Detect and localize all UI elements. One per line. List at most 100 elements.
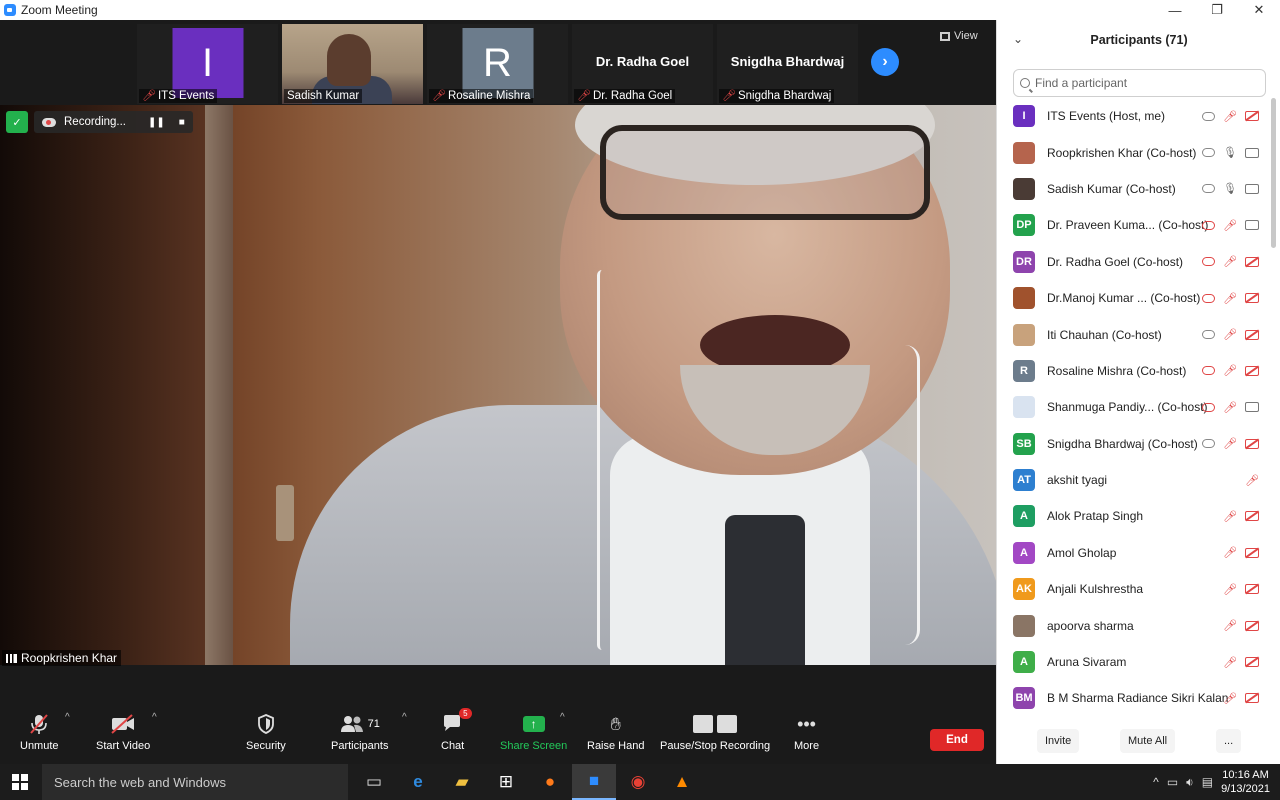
security-button[interactable]: Security [246,712,286,752]
video-off-icon[interactable] [1245,111,1259,122]
panel-more-button[interactable]: ... [1216,729,1242,753]
taskbar-search-box[interactable]: Search the web and Windows [42,764,348,800]
participant-row[interactable]: R Rosaline Mishra (Co-host) 🎤︎ [997,353,1280,389]
mic-on-icon[interactable]: 🎙︎ [1223,182,1237,195]
network-icon[interactable]: ▭ [1167,775,1178,789]
participant-row[interactable]: A Aruna Sivaram 🎤︎ [997,644,1280,680]
mic-muted-icon[interactable]: 🎤︎ [1223,328,1237,341]
thumbnail-radha-goel[interactable]: Dr. Radha Goel 🎤︎ Dr. Radha Goel [572,24,713,104]
participant-row[interactable]: apoorva sharma 🎤︎ [997,607,1280,643]
zoom-taskbar-icon[interactable]: ■ [572,764,616,800]
start-video-button[interactable]: Start Video [96,712,150,752]
mic-muted-icon[interactable]: 🎤︎ [1223,110,1237,123]
participant-row[interactable]: Iti Chauhan (Co-host) 🎤︎ [997,316,1280,352]
invite-button[interactable]: Invite [1037,729,1080,753]
participant-row[interactable]: AT akshit tyagi 🎤︎ [997,462,1280,498]
video-off-icon[interactable] [1245,511,1259,522]
pause-stop-recording-button[interactable]: Pause/Stop Recording [660,712,770,752]
video-on-icon[interactable] [1245,183,1259,194]
more-button[interactable]: ••• More [794,712,819,753]
raise-hand-button[interactable]: ✋︎ Raise Hand [587,712,644,753]
next-page-chevron-icon[interactable]: › [871,48,899,76]
unmute-button[interactable]: Unmute [20,712,59,752]
close-button[interactable]: ✕ [1238,0,1280,20]
share-screen-button[interactable]: ↑ Share Screen [500,712,567,752]
mic-muted-icon[interactable]: 🎤︎ [1223,255,1237,268]
thumbnail-snigdha-bhardwaj[interactable]: Snigdha Bhardwaj 🎤︎ Snigdha Bhardwaj [717,24,858,104]
speaker-name: Roopkrishen Khar [21,651,118,665]
mic-muted-icon[interactable]: 🎤︎ [1223,219,1237,232]
mic-muted-icon[interactable]: 🎤︎ [1223,437,1237,450]
mic-muted-icon[interactable]: 🎤︎ [1223,656,1237,669]
chat-button[interactable]: 5 Chat [441,708,472,752]
video-off-icon[interactable] [1245,693,1259,704]
pause-recording-icon[interactable]: ❚❚ [148,117,165,128]
store-icon[interactable]: ⊞ [484,764,528,800]
minimize-button[interactable]: — [1154,0,1196,20]
thumbnail-its-events[interactable]: I 🎤︎ ITS Events [137,24,278,104]
participant-list-scrollbar[interactable] [1271,98,1276,248]
system-clock[interactable]: 10:16 AM 9/13/2021 [1221,768,1270,796]
video-off-icon[interactable] [1245,620,1259,631]
file-explorer-icon[interactable]: ▰ [440,764,484,800]
participant-row[interactable]: SB Snigdha Bhardwaj (Co-host) 🎤︎ [997,426,1280,462]
video-off-icon[interactable] [1245,584,1259,595]
mic-muted-icon[interactable]: 🎤︎ [1223,546,1237,559]
video-on-icon[interactable] [1245,220,1259,231]
video-on-icon[interactable] [1245,147,1259,158]
participant-row[interactable]: Dr.Manoj Kumar ... (Co-host) 🎤︎ [997,280,1280,316]
mic-muted-icon[interactable]: 🎤︎ [1223,692,1237,705]
participant-row[interactable]: Shanmuga Pandiy... (Co-host) 🎤︎ [997,389,1280,425]
encryption-shield-icon[interactable]: ✓ [6,111,28,133]
video-off-icon[interactable] [1245,365,1259,376]
chrome-icon[interactable]: ◉ [616,764,660,800]
stop-recording-icon[interactable]: ■ [179,117,185,128]
view-button[interactable]: View [940,30,978,42]
volume-icon[interactable]: 🔉︎ [1186,775,1194,790]
firefox-icon[interactable]: ● [528,764,572,800]
vlc-icon[interactable]: ▲ [660,764,704,800]
video-off-icon[interactable] [1245,657,1259,668]
edge-browser-icon[interactable]: e [396,764,440,800]
mic-muted-icon[interactable]: 🎤︎ [1223,292,1237,305]
windows-start-icon[interactable] [12,774,28,790]
mic-muted-icon[interactable]: 🎤︎ [1223,510,1237,523]
video-options-caret-icon[interactable]: ^ [152,712,157,723]
participant-row[interactable]: I ITS Events (Host, me) 🎤︎ [997,98,1280,134]
recording-indicator: ✓ Recording... ❚❚ ■ [6,111,193,133]
participant-row[interactable]: A Amol Gholap 🎤︎ [997,535,1280,571]
mic-muted-icon[interactable]: 🎤︎ [1223,401,1237,414]
audio-options-caret-icon[interactable]: ^ [65,712,70,723]
participants-options-caret-icon[interactable]: ^ [402,712,407,723]
end-meeting-button[interactable]: End [930,729,984,751]
mic-muted-icon[interactable]: 🎤︎ [1223,619,1237,632]
participant-row[interactable]: DR Dr. Radha Goel (Co-host) 🎤︎ [997,244,1280,280]
participant-row[interactable]: AK Anjali Kulshrestha 🎤︎ [997,571,1280,607]
mic-muted-icon[interactable]: 🎤︎ [1223,583,1237,596]
participants-button[interactable]: 71 Participants [331,712,388,752]
maximize-button[interactable]: ❐ [1196,0,1238,20]
mic-on-icon[interactable]: 🎙︎ [1223,146,1237,159]
thumbnail-rosaline-mishra[interactable]: R 🎤︎ Rosaline Mishra [427,24,568,104]
share-options-caret-icon[interactable]: ^ [560,712,565,723]
collapse-chevron-icon[interactable]: ⌄ [1013,32,1023,46]
language-icon[interactable]: ▤ [1202,775,1213,789]
video-off-icon[interactable] [1245,547,1259,558]
participant-row[interactable]: Roopkrishen Khar (Co-host) 🎙︎ [997,134,1280,170]
participant-row[interactable]: DP Dr. Praveen Kuma... (Co-host) 🎤︎ [997,207,1280,243]
participant-row[interactable]: Sadish Kumar (Co-host) 🎙︎ [997,171,1280,207]
participant-row[interactable]: A Alok Pratap Singh 🎤︎ [997,498,1280,534]
participant-search-input[interactable]: Find a participant [1013,69,1266,97]
thumbnail-sadish-kumar[interactable]: Sadish Kumar [282,24,423,104]
video-off-icon[interactable] [1245,293,1259,304]
task-view-icon[interactable]: ▭ [352,764,396,800]
mic-muted-icon[interactable]: 🎤︎ [1223,364,1237,377]
mute-all-button[interactable]: Mute All [1120,729,1176,753]
tray-overflow-chevron-icon[interactable]: ^ [1153,775,1159,789]
mic-muted-icon[interactable]: 🎤︎ [1245,474,1259,487]
video-off-icon[interactable] [1245,329,1259,340]
participant-row[interactable]: BM B M Sharma Radiance Sikri Kalan 🎤︎ [997,680,1280,716]
video-off-icon[interactable] [1245,256,1259,267]
video-off-icon[interactable] [1245,438,1259,449]
video-on-icon[interactable] [1245,402,1259,413]
